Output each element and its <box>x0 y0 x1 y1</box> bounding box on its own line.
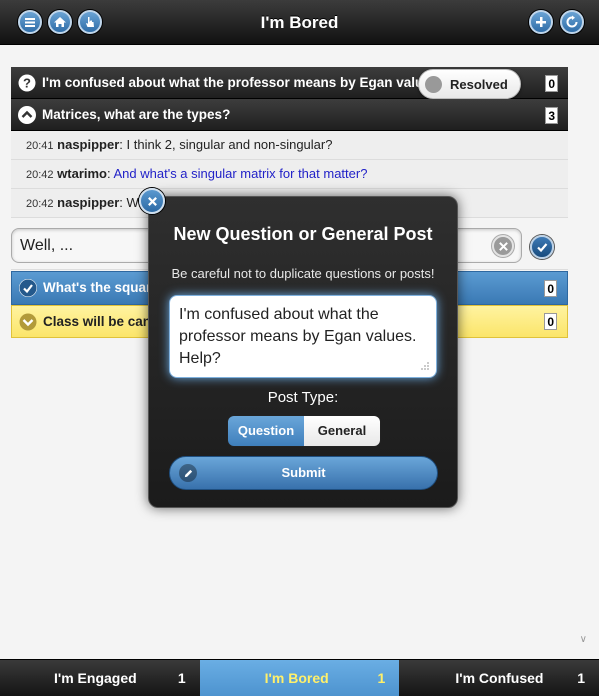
clear-button[interactable] <box>492 235 514 257</box>
add-post-button[interactable] <box>529 10 553 34</box>
count-badge: 0 <box>544 280 557 297</box>
resolved-toggle[interactable]: Resolved <box>418 69 521 99</box>
post-type-label: Post Type: <box>267 389 339 406</box>
dialog-close-button[interactable] <box>139 188 165 214</box>
dialog-title: New Question or General Post <box>173 224 433 244</box>
tab-bored[interactable]: I'm Bored 1 <box>199 660 400 696</box>
count-badge: 0 <box>544 313 557 330</box>
check-icon <box>19 279 37 297</box>
post-textarea-value: I'm confused about what the professor me… <box>179 306 417 367</box>
header-bar: I'm Bored <box>0 0 599 45</box>
tab-count: 1 <box>177 670 186 686</box>
message-time: 20:42 <box>26 198 54 210</box>
tab-confused[interactable]: I'm Confused 1 <box>399 660 599 696</box>
resolved-label: Resolved <box>450 77 508 92</box>
count-badge: 3 <box>545 107 558 124</box>
chevron-up-icon <box>18 106 36 124</box>
svg-text:?: ? <box>23 76 31 91</box>
tab-engaged[interactable]: I'm Engaged 1 <box>0 660 200 696</box>
message-user: naspipper <box>57 195 120 210</box>
send-button[interactable] <box>530 235 554 259</box>
message-time: 20:41 <box>26 140 54 152</box>
post-type-general-option[interactable]: General <box>304 416 380 446</box>
tab-label: I'm Bored <box>264 670 329 686</box>
tab-count: 1 <box>377 670 386 686</box>
tab-count: 1 <box>577 670 586 686</box>
submit-label: Submit <box>281 465 326 480</box>
refresh-icon <box>566 15 578 28</box>
count-badge: 0 <box>545 75 558 92</box>
new-post-dialog: New Question or General Post Be careful … <box>148 196 458 508</box>
chat-message: 20:41 naspipper: I think 2, singular and… <box>11 131 568 160</box>
page-title: I'm Bored <box>260 13 339 32</box>
close-icon <box>498 241 508 251</box>
question-icon: ? <box>18 74 36 92</box>
question-row-expanded[interactable]: Matrices, what are the types? 3 <box>11 99 568 131</box>
submit-button[interactable]: Submit <box>169 456 438 490</box>
refresh-button[interactable] <box>560 10 584 34</box>
post-textarea[interactable]: I'm confused about what the professor me… <box>169 295 437 378</box>
check-icon <box>537 243 548 253</box>
footer-tab-bar: I'm Engaged 1 I'm Bored 1 I'm Confused 1 <box>0 659 599 696</box>
question-row[interactable]: ? I'm confused about what the professor … <box>11 67 568 99</box>
post-type-selector: Question General <box>227 415 381 447</box>
chat-message: 20:42 wtarimo: And what's a singular mat… <box>11 160 568 189</box>
tab-label: I'm Engaged <box>54 670 137 686</box>
tab-label: I'm Confused <box>455 670 544 686</box>
pencil-icon <box>179 464 197 482</box>
message-text: : I think 2, singular and non-singular? <box>119 137 333 152</box>
resize-grip-icon[interactable] <box>420 361 430 371</box>
post-type-question-option[interactable]: Question <box>228 416 304 446</box>
plus-icon <box>536 17 546 27</box>
chevron-down-icon <box>19 313 37 331</box>
question-text: Matrices, what are the types? <box>42 107 231 122</box>
scroll-down-icon[interactable]: ∨ <box>580 634 587 645</box>
message-user: wtarimo <box>57 166 107 181</box>
question-text: I'm confused about what the professor me… <box>42 75 442 90</box>
toggle-knob <box>425 76 442 93</box>
close-icon <box>147 196 157 206</box>
message-text: And what's a singular matrix for that ma… <box>113 166 368 181</box>
dialog-warning: Be careful not to duplicate questions or… <box>171 266 435 281</box>
message-time: 20:42 <box>26 169 54 181</box>
message-user: naspipper <box>57 137 120 152</box>
